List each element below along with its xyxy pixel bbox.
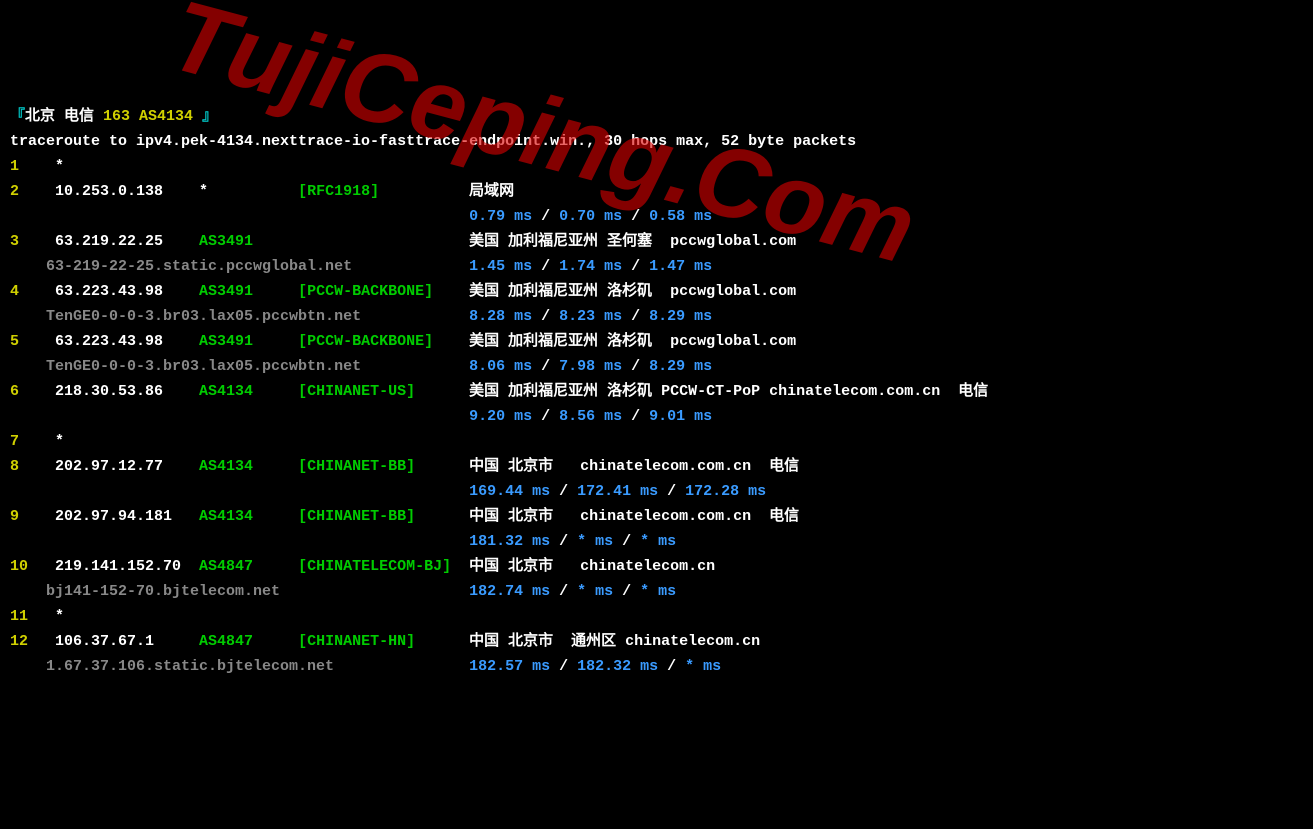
hop-detail: 181.32 ms / * ms / * ms bbox=[10, 529, 1303, 554]
hop-row: 10 219.141.152.70 AS4847 [CHINATELECOM-B… bbox=[10, 554, 1303, 579]
hop-row: 2 10.253.0.138 * [RFC1918] 局域网 bbox=[10, 179, 1303, 204]
hop-detail: 169.44 ms / 172.41 ms / 172.28 ms bbox=[10, 479, 1303, 504]
header-line: 『北京 电信 163 AS4134 』 bbox=[10, 104, 1303, 129]
hop-row: 5 63.223.43.98 AS3491 [PCCW-BACKBONE] 美国… bbox=[10, 329, 1303, 354]
hop-detail: bj141-152-70.bjtelecom.net 182.74 ms / *… bbox=[10, 579, 1303, 604]
traceroute-command: traceroute to ipv4.pek-4134.nexttrace-io… bbox=[10, 129, 1303, 154]
hop-row: 8 202.97.12.77 AS4134 [CHINANET-BB] 中国 北… bbox=[10, 454, 1303, 479]
hop-row: 4 63.223.43.98 AS3491 [PCCW-BACKBONE] 美国… bbox=[10, 279, 1303, 304]
terminal-output: 『北京 电信 163 AS4134 』traceroute to ipv4.pe… bbox=[10, 104, 1303, 679]
hop-detail: 63-219-22-25.static.pccwglobal.net 1.45 … bbox=[10, 254, 1303, 279]
hop-detail: TenGE0-0-0-3.br03.lax05.pccwbtn.net 8.28… bbox=[10, 304, 1303, 329]
hop-row: 1 * bbox=[10, 154, 1303, 179]
hop-row: 7 * bbox=[10, 429, 1303, 454]
hop-detail: 0.79 ms / 0.70 ms / 0.58 ms bbox=[10, 204, 1303, 229]
hop-row: 11 * bbox=[10, 604, 1303, 629]
hop-row: 9 202.97.94.181 AS4134 [CHINANET-BB] 中国 … bbox=[10, 504, 1303, 529]
hop-detail: 9.20 ms / 8.56 ms / 9.01 ms bbox=[10, 404, 1303, 429]
hop-detail: 1.67.37.106.static.bjtelecom.net 182.57 … bbox=[10, 654, 1303, 679]
hop-row: 3 63.219.22.25 AS3491 美国 加利福尼亚州 圣何塞 pccw… bbox=[10, 229, 1303, 254]
hop-row: 6 218.30.53.86 AS4134 [CHINANET-US] 美国 加… bbox=[10, 379, 1303, 404]
hop-detail: TenGE0-0-0-3.br03.lax05.pccwbtn.net 8.06… bbox=[10, 354, 1303, 379]
